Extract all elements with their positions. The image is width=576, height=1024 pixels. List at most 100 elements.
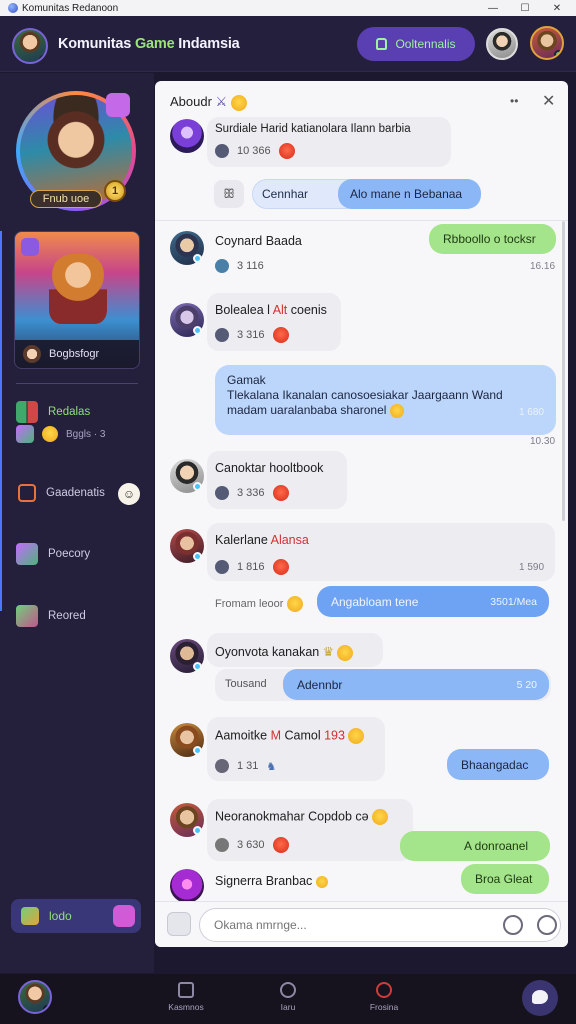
sidebar-item-label: Redalas — [48, 406, 91, 418]
user-avatar-2[interactable] — [530, 26, 564, 60]
sidebar-item-redalas[interactable]: Redalas — [16, 397, 142, 427]
nav-item-kasmnos[interactable]: Kasmnos — [156, 982, 216, 1012]
bottom-navigation: Kasmnos Iaru Frosina — [0, 974, 576, 1024]
sidebar-subrow-text: Bggls · 3 — [66, 428, 106, 440]
window-title: Komunitas Redanoon — [22, 2, 119, 14]
reaction-icon — [278, 143, 295, 159]
minimize-button[interactable]: — — [476, 0, 510, 16]
message-meta: 3 316 — [215, 327, 289, 343]
message-avatar[interactable] — [170, 803, 204, 837]
message-time: 16.16 — [530, 261, 556, 272]
square-icon — [18, 484, 36, 502]
message-avatar[interactable] — [170, 529, 204, 563]
grid-icon — [16, 401, 38, 423]
message-avatar[interactable] — [170, 639, 204, 673]
message-author: Aamoitke M Camol 193 — [215, 728, 365, 744]
game-hero-image — [49, 254, 107, 324]
reply-chip[interactable]: Cennhar — [262, 187, 308, 201]
message-time: 10.30 — [530, 436, 556, 447]
pixel-map-icon — [16, 605, 38, 627]
message-author: Canoktar hooltbook — [215, 461, 324, 475]
game-owner-avatar — [23, 345, 41, 363]
emoji-badge[interactable]: ☺ — [118, 483, 140, 505]
message-meta: 3 336 — [215, 485, 289, 501]
window-titlebar: Komunitas Redanoon — ☐ ✕ — [0, 0, 576, 16]
attach-icon[interactable] — [167, 912, 191, 936]
message-left-text: Tousand — [225, 678, 267, 690]
chat-header: Aboudr ⚔ •• ✕ — [155, 81, 568, 121]
community-avatar[interactable] — [12, 28, 48, 64]
featured-game-card[interactable]: Bogbsfogr — [14, 231, 140, 369]
sword-icon: ⚔ — [215, 94, 228, 109]
message-author: Neoranokmahar Copdob cə — [215, 809, 389, 825]
app-title: Komunitas Game Indamsia — [58, 36, 240, 52]
sidebar-item-reored[interactable]: Reored — [16, 601, 142, 631]
reply-bubble: Broa Gleat — [461, 864, 549, 894]
chat-scrollbar[interactable] — [562, 221, 565, 521]
message-avatar[interactable] — [170, 231, 204, 265]
message-avatar[interactable] — [170, 119, 204, 153]
sidebar-divider — [16, 383, 138, 384]
sidebar-item-label: Gaadenatis — [46, 487, 105, 499]
maximize-button[interactable]: ☐ — [508, 0, 542, 16]
sidebar-item-label: Reored — [48, 610, 86, 622]
emoji-icon — [42, 426, 58, 442]
window-close-button[interactable]: ✕ — [540, 0, 574, 16]
nav-label: Iaru — [280, 1002, 296, 1012]
message-composer — [155, 901, 568, 947]
message-line: Tlekalana Ikanalan canosoesiakar Jaargaa… — [227, 388, 503, 402]
quick-action-button[interactable]: ꕥ — [214, 180, 244, 208]
reply-bubble: Bhaangadac — [447, 749, 549, 780]
message-avatar[interactable] — [170, 723, 204, 757]
user-avatar-1[interactable] — [486, 28, 518, 60]
message-author: Signerra Branbac — [215, 874, 328, 888]
notifications-button[interactable]: Ooltennalis — [357, 27, 475, 61]
reply-bubble: Angabloam tene 3501/Mea — [317, 586, 549, 617]
reply-bubble: Rbboollo o tocksr — [429, 224, 556, 254]
message-time: 5 20 — [516, 678, 537, 691]
sidebar-item-poecory[interactable]: Poecory — [16, 539, 142, 569]
sticker-icon — [215, 259, 229, 273]
message-avatar[interactable] — [170, 459, 204, 493]
compass-icon — [280, 982, 296, 998]
chat-fab-button[interactable] — [522, 980, 558, 1016]
profile-menu-icon[interactable] — [106, 93, 130, 117]
message-author: Bolealea l Alt coenis — [215, 303, 327, 317]
emoji-picker-icon[interactable] — [503, 915, 523, 935]
message-text: Surdiale Harid katianolara Ilann barbia — [215, 123, 411, 135]
reply-bubble: Alo mane n Bebanaa — [338, 179, 481, 209]
online-indicator — [39, 55, 46, 62]
sidebar: Fnub uoe 1 Bogbsfogr Redalas Bggls · 3 G… — [0, 73, 154, 973]
message-avatar[interactable] — [170, 303, 204, 337]
message-meta: 1 816 — [215, 559, 289, 575]
message-author: Oyonvota kanakan ♛ — [215, 644, 354, 661]
sticker-icon — [215, 328, 229, 342]
chat-close-button[interactable]: ✕ — [542, 91, 555, 111]
more-options-button[interactable]: •• — [510, 94, 518, 108]
nav-item-frosina[interactable]: Frosina — [354, 982, 414, 1012]
game-tag-icon — [21, 238, 39, 256]
sticker-icon — [215, 560, 229, 574]
shop-icon[interactable] — [113, 905, 135, 927]
notifications-label: Ooltennalis — [395, 37, 456, 51]
message-time: 1 680 — [518, 407, 544, 418]
rank-medal-icon: 1 — [104, 180, 126, 202]
message-avatar[interactable] — [170, 869, 204, 903]
controller-icon — [376, 982, 392, 998]
chat-panel: Aboudr ⚔ •• ✕ Surdiale Harid katianolara… — [155, 81, 568, 947]
smile-icon — [230, 94, 247, 111]
reply-bubble: A donroanel — [400, 831, 550, 861]
sticker-icon — [215, 838, 229, 852]
send-icon[interactable] — [537, 915, 557, 935]
sidebar-bottom-pill[interactable]: lodo — [11, 899, 141, 933]
active-indicator — [0, 231, 2, 611]
my-profile-avatar[interactable] — [18, 980, 52, 1014]
members-icon — [16, 425, 34, 443]
message-time: 1 590 — [519, 562, 545, 573]
message-left-text: Fromam leoor — [215, 596, 303, 612]
nav-item-iaru[interactable]: Iaru — [258, 982, 318, 1012]
sidebar-subrow: Bggls · 3 — [16, 425, 105, 443]
long-message-bubble: Gamak Tlekalana Ikanalan canosoesiakar J… — [215, 365, 556, 435]
message-author: Coynard Baada — [215, 234, 302, 248]
message-meta: 1 31 ♞ — [215, 759, 276, 773]
